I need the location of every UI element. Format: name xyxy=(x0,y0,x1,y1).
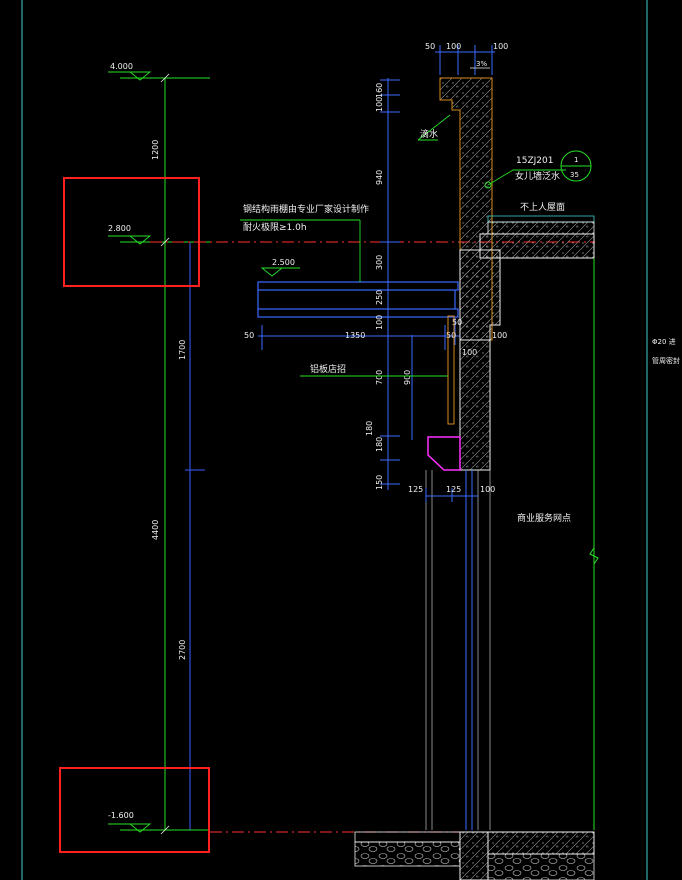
canopy-note-line1: 钢结构雨棚由专业厂家设计制作 xyxy=(243,203,369,215)
detail-sheet: 35 xyxy=(570,171,579,179)
dim-top-100a: 100 xyxy=(446,42,461,51)
dim-slope: 3% xyxy=(476,60,487,68)
dim-r-250: 250 xyxy=(375,290,384,305)
dim-r-100b: 100 xyxy=(375,315,384,330)
elevation-marker-mid xyxy=(260,267,300,277)
cad-section-drawing: 1200 4400 1700 2700 4.000 2.800 2.500 -1… xyxy=(21,0,680,880)
dim-r-160: 160 xyxy=(375,83,384,98)
dim-1200: 1200 xyxy=(151,140,160,160)
left-dimension-chain xyxy=(120,73,210,835)
roof-slab xyxy=(459,215,595,341)
dim-b-125a: 125 xyxy=(408,485,423,494)
dim-r-150: 150 xyxy=(375,475,384,490)
dim-4400: 4400 xyxy=(151,520,160,540)
dim-top-100b: 100 xyxy=(493,42,508,51)
wall-dimension-chain xyxy=(380,78,413,490)
dim-1700: 1700 xyxy=(178,340,187,360)
detail-ref-code: 15ZJ201 xyxy=(516,156,553,166)
parapet-label: 女儿墙泛水 xyxy=(515,170,560,182)
elevation-top-text: 4.000 xyxy=(110,62,133,71)
sign-label: 铝板店招 xyxy=(310,363,346,375)
edge-note-line1: Φ20 进 xyxy=(652,338,676,346)
dim-r-940: 940 xyxy=(375,170,384,185)
drip-label: 滴水 xyxy=(420,128,438,140)
highlight-box-lower xyxy=(59,767,210,853)
gutter xyxy=(427,436,461,471)
dim-r-900: 900 xyxy=(403,370,412,385)
dim-r-180b: 180 xyxy=(375,437,384,452)
dim-h-50: 50 xyxy=(244,331,254,340)
elevation-marker-top xyxy=(108,71,152,81)
lower-wall xyxy=(459,339,491,471)
window-frame xyxy=(425,470,491,830)
ground-foundation xyxy=(354,831,595,880)
elevation-upper-text: 2.800 xyxy=(108,224,131,233)
dim-w-100a: 100 xyxy=(492,331,507,340)
dim-r-300: 300 xyxy=(375,255,384,270)
shop-label: 商业服务网点 xyxy=(517,512,571,524)
dim-r-100: 100 xyxy=(375,97,384,112)
steel-canopy xyxy=(257,281,459,318)
dim-h-1350: 1350 xyxy=(345,331,365,340)
elevation-marker-bottom xyxy=(108,823,152,833)
dim-2700: 2700 xyxy=(178,640,187,660)
dim-top-50: 50 xyxy=(425,42,435,51)
sheet-frame xyxy=(21,0,648,880)
dim-b-125b: 125 xyxy=(446,485,461,494)
elevation-marker-upper xyxy=(108,235,152,245)
elevation-mid-text: 2.500 xyxy=(272,258,295,267)
dim-b-100: 100 xyxy=(480,485,495,494)
detail-number: 1 xyxy=(574,156,578,164)
edge-note-line2: 管周密封 xyxy=(652,356,680,365)
elevation-bottom-text: -1.600 xyxy=(108,811,134,820)
canopy-note-line2: 耐火极限≥1.0h xyxy=(243,221,307,233)
dim-r-180a: 180 xyxy=(365,421,374,436)
highlight-box-upper xyxy=(63,177,200,287)
roof-label: 不上人屋面 xyxy=(520,202,565,213)
dim-r-700: 700 xyxy=(375,370,384,385)
